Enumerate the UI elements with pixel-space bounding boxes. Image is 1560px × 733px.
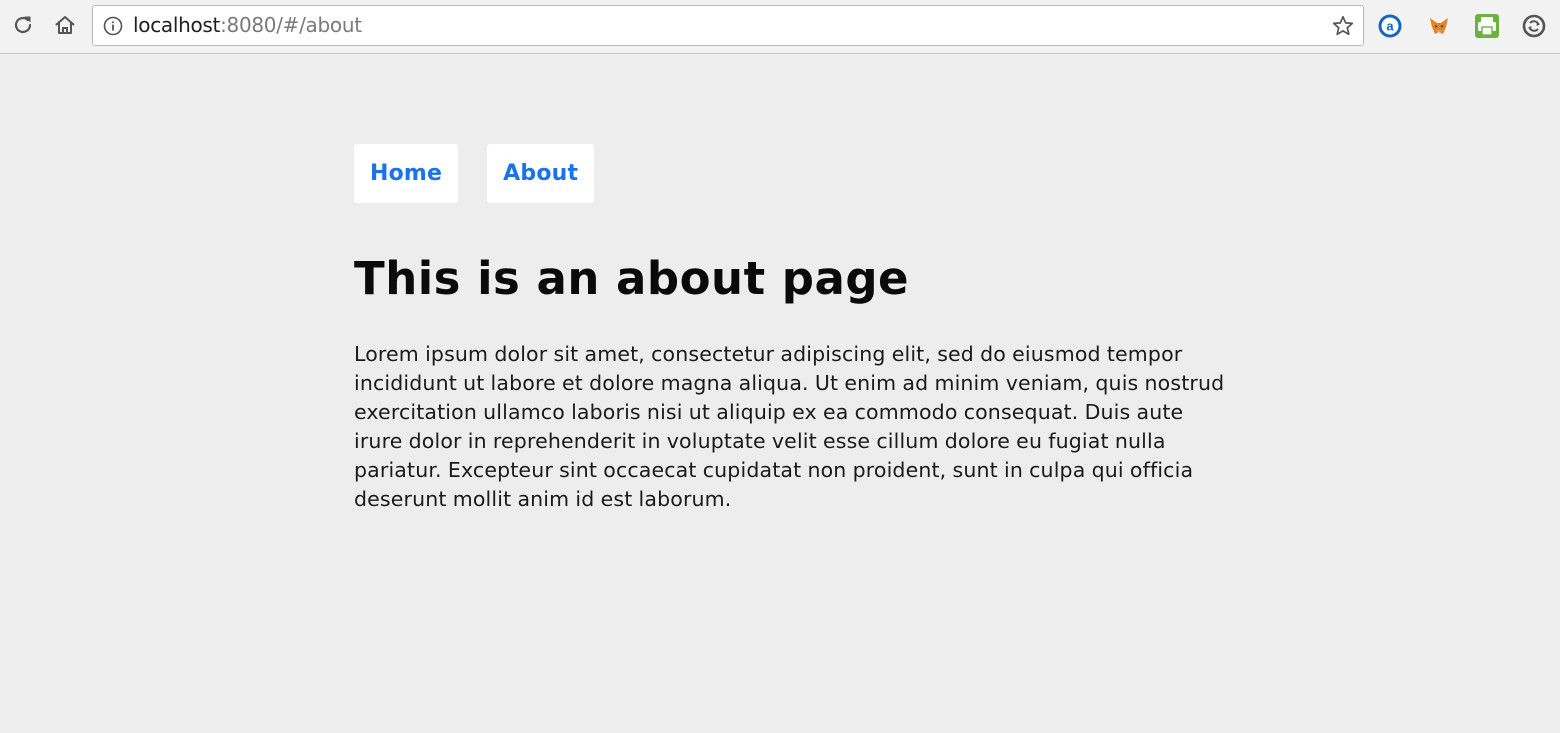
- nav-link-about[interactable]: About: [487, 144, 595, 203]
- browser-toolbar: localhost:8080/#/about a: [0, 0, 1560, 54]
- page-body-text: Lorem ipsum dolor sit amet, consectetur …: [354, 342, 1225, 511]
- url-text[interactable]: localhost:8080/#/about: [133, 6, 362, 45]
- url-host: localhost: [133, 13, 221, 37]
- page-title: This is an about page: [354, 252, 910, 305]
- url-path: :8080/#/about: [220, 13, 362, 37]
- reload-icon[interactable]: [9, 11, 37, 39]
- address-bar[interactable]: localhost:8080/#/about: [92, 5, 1364, 46]
- sync-extension-icon[interactable]: [1521, 13, 1547, 39]
- metamask-extension-icon[interactable]: [1426, 13, 1452, 39]
- info-icon[interactable]: [103, 16, 123, 36]
- print-extension-icon[interactable]: [1474, 13, 1500, 39]
- main-nav: Home About: [354, 144, 595, 203]
- home-icon[interactable]: [51, 11, 79, 39]
- nav-link-home[interactable]: Home: [354, 144, 459, 203]
- amazon-extension-icon[interactable]: a: [1377, 13, 1403, 39]
- star-icon[interactable]: [1331, 14, 1355, 38]
- svg-text:a: a: [1386, 19, 1394, 34]
